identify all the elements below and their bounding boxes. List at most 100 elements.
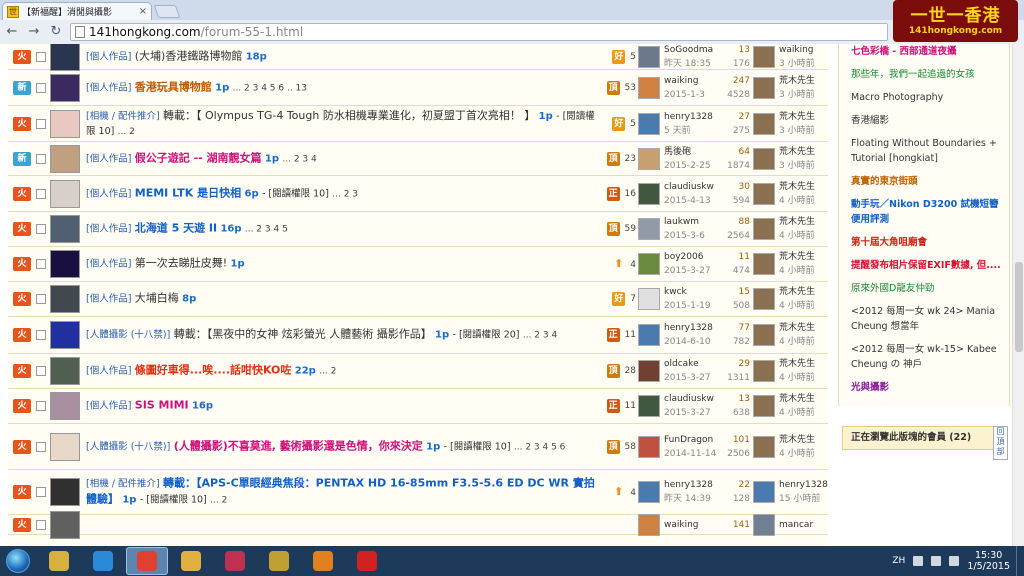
thread-category[interactable]: [相機 / 配件推介] xyxy=(86,111,160,122)
thread-category[interactable]: [個人作品] xyxy=(86,224,131,235)
thread-page-links[interactable]: ... 2 3 4 xyxy=(282,154,316,164)
thread-thumbnail[interactable] xyxy=(50,179,80,208)
last-poster-name[interactable]: 荒木先生 xyxy=(779,145,828,159)
thread-title[interactable]: MEMI LTK 是日快相 xyxy=(135,186,241,199)
last-poster-avatar[interactable] xyxy=(753,76,775,99)
taskbar-app-internet-explorer[interactable] xyxy=(82,547,124,575)
thread-page-links[interactable]: ... 2 xyxy=(319,367,336,377)
last-poster-avatar[interactable] xyxy=(753,324,775,346)
thread-pages[interactable]: 1p xyxy=(435,330,449,341)
taskbar-app-media-player[interactable] xyxy=(302,547,344,575)
thread-category[interactable]: [個人作品] xyxy=(86,401,131,412)
thread-pages[interactable]: 1p xyxy=(122,495,136,506)
last-poster-avatar[interactable] xyxy=(753,147,775,170)
thread-title[interactable]: (大埔)香港鐵路博物館 xyxy=(135,49,243,62)
thread-title[interactable]: 轉載：【 Olympus TG-4 Tough 防水相機專業進化，初夏盟丁首次亮… xyxy=(163,109,535,122)
thread-pages[interactable]: 1p xyxy=(539,111,553,122)
last-poster-avatar[interactable] xyxy=(753,182,775,205)
last-poster-avatar[interactable] xyxy=(753,112,775,135)
last-poster-name[interactable]: 荒木先生 xyxy=(779,250,828,264)
address-bar[interactable]: 141hongkong.com/forum-55-1.html xyxy=(70,23,888,41)
members-online[interactable]: 正在瀏覽此版塊的會員 (22) xyxy=(842,426,1006,450)
thread-checkbox[interactable] xyxy=(36,259,46,269)
thread-checkbox[interactable] xyxy=(36,441,46,452)
start-button[interactable] xyxy=(0,547,36,575)
sidebar-link[interactable]: 原來外國D龍友仲勁 xyxy=(851,281,1003,296)
back-icon[interactable]: ← xyxy=(4,24,20,40)
thread-row[interactable]: 火 [相機 / 配件推介] 轉載：【APS-C單眼經典焦段：PENTAX HD … xyxy=(8,470,828,515)
author-avatar[interactable] xyxy=(638,218,660,240)
thread-row[interactable]: 新 [個人作品] 香港玩具博物館 1p ... 2 3 4 5 6 .. 13 … xyxy=(8,70,828,106)
thread-category[interactable]: [人體攝影 (十八禁)] xyxy=(86,441,170,452)
thread-pages[interactable]: 6p xyxy=(244,188,258,199)
thread-page-links[interactable]: ... 2 xyxy=(118,127,135,137)
last-poster-name[interactable]: 荒木先生 xyxy=(779,392,828,406)
thread-category[interactable]: [個人作品] xyxy=(86,153,131,164)
sidebar-link[interactable]: Macro Photography xyxy=(851,90,1003,105)
sidebar-link[interactable]: 那些年，我們一起追過的女孩 xyxy=(851,67,1003,82)
thread-thumbnail[interactable] xyxy=(50,285,80,313)
taskbar-app-explorer-window[interactable] xyxy=(38,547,80,575)
thread-title[interactable]: 大埔白梅 xyxy=(135,292,179,305)
taskbar-app-color-app[interactable] xyxy=(258,547,300,575)
thread-page-links[interactable]: ... 2 3 4 xyxy=(523,331,557,341)
thread-row[interactable]: 火 [個人作品] 大埔白梅 8p 好 7 kwck 2015-1-19 15 5… xyxy=(8,282,828,317)
last-poster-name[interactable]: 荒木先生 xyxy=(779,357,828,371)
author-avatar[interactable] xyxy=(638,435,660,458)
thread-thumbnail[interactable] xyxy=(50,73,80,102)
author-avatar[interactable] xyxy=(638,324,660,346)
thread-checkbox[interactable] xyxy=(36,188,46,199)
thread-row[interactable]: 火 [個人作品] 第一次去睇肚皮舞! 1p ⬆ 4 boy2006 2015-3… xyxy=(8,247,828,282)
clock[interactable]: 15:30 1/5/2015 xyxy=(967,550,1010,572)
thread-thumbnail[interactable] xyxy=(50,215,80,243)
thread-checkbox[interactable] xyxy=(36,82,46,93)
thread-title[interactable]: 轉載：【黑夜中的女神 炫彩螢光 人體藝術 攝影作品】 xyxy=(174,328,432,341)
last-poster-name[interactable]: waiking xyxy=(779,44,828,57)
sidebar-link[interactable]: <2012 每周一女 wk 24> Mania Cheung 想當年 xyxy=(851,304,1003,334)
last-poster-name[interactable]: mancar xyxy=(779,518,828,532)
author-avatar[interactable] xyxy=(638,112,660,135)
thread-thumbnail[interactable] xyxy=(50,109,80,138)
thread-row[interactable]: 火 [人體攝影 (十八禁)] (人體攝影)不喜莫進, 藝術攝影還是色情，你來決定… xyxy=(8,424,828,470)
thread-row[interactable]: 火 [個人作品] MEMI LTK 是日快相 6p - [閱讀權限 10] ..… xyxy=(8,176,828,212)
thread-category[interactable]: [相機 / 配件推介] xyxy=(86,479,160,490)
reload-icon[interactable]: ↻ xyxy=(48,24,64,40)
thread-title[interactable]: 假公子遊記 -- 湖南靚女篇 xyxy=(135,151,262,164)
last-poster-name[interactable]: henry1328 xyxy=(779,478,828,492)
language-indicator[interactable]: ZH xyxy=(892,556,905,566)
thread-page-links[interactable]: ... 2 3 4 5 6 xyxy=(514,442,566,452)
last-poster-avatar[interactable] xyxy=(753,218,775,240)
thread-checkbox[interactable] xyxy=(36,224,46,234)
volume-icon[interactable] xyxy=(949,556,960,566)
taskbar-app-pulse-app[interactable] xyxy=(346,547,388,575)
last-poster-avatar[interactable] xyxy=(753,253,775,275)
thread-thumbnail[interactable] xyxy=(50,250,80,278)
forward-icon[interactable]: → xyxy=(26,24,42,40)
flag-icon[interactable] xyxy=(913,556,924,566)
thread-pages[interactable]: 1p xyxy=(231,259,245,270)
author-avatar[interactable] xyxy=(638,147,660,170)
thread-checkbox[interactable] xyxy=(36,366,46,376)
thread-row[interactable]: 火 [個人作品] 北海道 5 天遊 II 16p ... 2 3 4 5 頂 5… xyxy=(8,212,828,247)
thread-thumbnail[interactable] xyxy=(50,478,80,506)
thread-category[interactable]: [個人作品] xyxy=(86,188,131,199)
thread-checkbox[interactable] xyxy=(36,401,46,411)
thread-thumbnail[interactable] xyxy=(50,321,80,349)
thread-pages[interactable]: 18p xyxy=(246,51,267,62)
last-poster-avatar[interactable] xyxy=(753,45,775,68)
thread-checkbox[interactable] xyxy=(36,330,46,340)
last-poster-name[interactable]: 荒木先生 xyxy=(779,180,828,194)
thread-thumbnail[interactable] xyxy=(50,44,80,71)
last-poster-avatar[interactable] xyxy=(753,513,775,536)
thread-title[interactable]: 北海道 5 天遊 II xyxy=(135,222,217,235)
thread-thumbnail[interactable] xyxy=(50,144,80,173)
last-poster-name[interactable]: 荒木先生 xyxy=(779,74,828,88)
thread-thumbnail[interactable] xyxy=(50,432,80,461)
thread-pages[interactable]: 16p xyxy=(192,401,213,412)
thread-title[interactable]: 第一次去睇肚皮舞! xyxy=(135,257,227,270)
back-to-top-button[interactable]: 回頂部 xyxy=(993,426,1008,460)
thread-pages[interactable]: 22p xyxy=(295,366,316,377)
network-icon[interactable] xyxy=(931,556,942,566)
close-tab-icon[interactable]: × xyxy=(139,6,147,17)
thread-checkbox[interactable] xyxy=(36,519,46,530)
